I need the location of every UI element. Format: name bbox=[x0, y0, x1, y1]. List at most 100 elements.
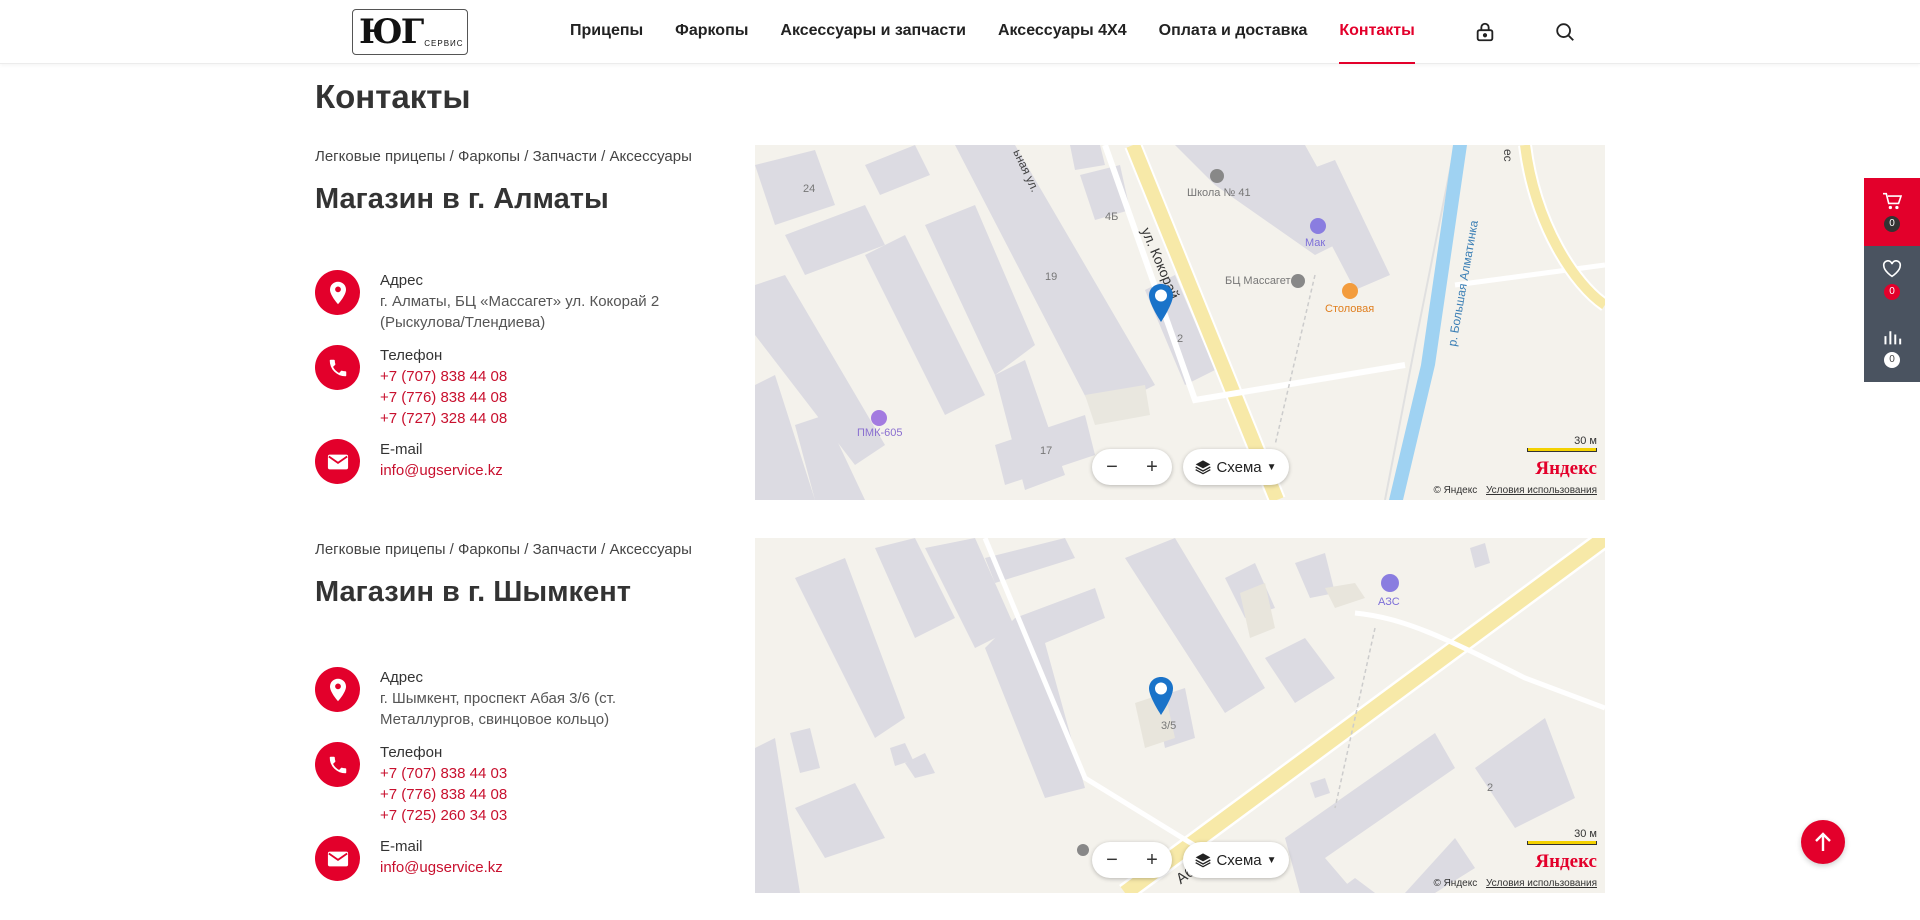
map-scale: 30 м bbox=[1527, 435, 1597, 452]
nav-item-accessories-4x4[interactable]: Аксессуары 4Х4 bbox=[998, 0, 1127, 64]
location-icon bbox=[315, 270, 360, 315]
side-cart-button[interactable]: 0 bbox=[1864, 178, 1920, 246]
main-nav: Прицепы Фаркопы Аксессуары и запчасти Ак… bbox=[570, 0, 1447, 64]
map-label: АЗС bbox=[1378, 596, 1400, 608]
layer-label: Схема bbox=[1216, 851, 1262, 869]
compare-icon bbox=[1884, 331, 1902, 345]
map-label: 2 bbox=[1177, 333, 1184, 345]
map-scale-bar bbox=[1527, 448, 1597, 452]
map-scale: 30 м bbox=[1527, 828, 1597, 845]
scroll-to-top-button[interactable] bbox=[1801, 820, 1845, 864]
zoom-in-button[interactable]: + bbox=[1146, 849, 1158, 872]
email-label: E-mail bbox=[380, 838, 423, 855]
map-pin-icon[interactable] bbox=[1147, 283, 1175, 323]
store-title: Магазин в г. Шымкент bbox=[315, 576, 631, 608]
map-pin-icon[interactable] bbox=[1147, 676, 1175, 716]
map-scale-label: 30 м bbox=[1574, 435, 1597, 447]
side-compare-button[interactable]: 0 bbox=[1864, 314, 1920, 382]
phone-link[interactable]: +7 (707) 838 44 08 bbox=[380, 366, 710, 387]
map-label: Столовая bbox=[1325, 303, 1375, 315]
nav-item-trailers[interactable]: Прицепы bbox=[570, 0, 643, 64]
nav-item-accessories-parts[interactable]: Аксессуары и запчасти bbox=[780, 0, 966, 64]
map-terms-link[interactable]: Условия использования bbox=[1486, 878, 1597, 889]
zoom-in-button[interactable]: + bbox=[1146, 456, 1158, 479]
arrow-up-icon bbox=[1815, 832, 1831, 851]
map-copyright: © Яндекс Условия использования bbox=[1433, 878, 1597, 889]
caret-down-icon: ▼ bbox=[1266, 461, 1277, 473]
phone-link[interactable]: +7 (776) 838 44 08 bbox=[380, 387, 710, 408]
zoom-control: − + bbox=[1092, 449, 1172, 485]
nav-item-payment-delivery[interactable]: Оплата и доставка bbox=[1159, 0, 1308, 64]
phone-link[interactable]: +7 (725) 260 34 03 bbox=[380, 805, 710, 826]
map-label: 24 bbox=[803, 183, 816, 195]
store-almaty: Легковые прицепы / Фаркопы / Запчасти / … bbox=[315, 148, 755, 488]
nav-item-contacts[interactable]: Контакты bbox=[1339, 0, 1415, 64]
map-shymkent[interactable]: АЗС 3/5 2 Абая − + Схема ▼ 30 м Яндекс ©… bbox=[755, 538, 1605, 893]
favorites-count-badge: 0 bbox=[1884, 284, 1900, 300]
logo-mark: ЮГ bbox=[359, 12, 424, 52]
map-label: ПМК-605 bbox=[857, 427, 903, 439]
caret-down-icon: ▼ bbox=[1266, 854, 1277, 866]
heart-icon bbox=[1882, 260, 1902, 278]
store-tags: Легковые прицепы / Фаркопы / Запчасти / … bbox=[315, 148, 692, 165]
layers-icon bbox=[1195, 853, 1212, 868]
page-title: Контакты bbox=[315, 78, 471, 115]
phone-link[interactable]: +7 (776) 838 44 08 bbox=[380, 784, 710, 805]
map-street-label: ес bbox=[1501, 149, 1515, 162]
address-value: г. Шымкент, проспект Абая 3/6 (ст. Метал… bbox=[380, 690, 617, 728]
map-label: 4Б bbox=[1105, 211, 1119, 223]
cart-count-badge: 0 bbox=[1884, 216, 1900, 232]
layer-switch-button[interactable]: Схема ▼ bbox=[1183, 449, 1289, 485]
phone-icon bbox=[315, 345, 360, 390]
map-copyright-text: © Яндекс bbox=[1433, 878, 1478, 889]
side-favorites-button[interactable]: 0 bbox=[1864, 246, 1920, 314]
logo-subtitle: СЕРВИС bbox=[424, 39, 464, 48]
map-copyright-text: © Яндекс bbox=[1433, 485, 1478, 496]
zoom-out-button[interactable]: − bbox=[1106, 849, 1118, 872]
cart-icon bbox=[1883, 192, 1902, 210]
map-label: Мак bbox=[1305, 237, 1326, 249]
layer-label: Схема bbox=[1216, 458, 1262, 476]
map-label: Школа № 41 bbox=[1187, 187, 1251, 199]
search-icon[interactable] bbox=[1551, 18, 1579, 46]
phone-link[interactable]: +7 (707) 838 44 03 bbox=[380, 763, 710, 784]
store-title: Магазин в г. Алматы bbox=[315, 183, 609, 215]
address-value: г. Алматы, БЦ «Массагет» ул. Кокорай 2 (… bbox=[380, 293, 660, 331]
map-scale-bar bbox=[1527, 841, 1597, 845]
envelope-icon bbox=[315, 439, 360, 484]
phone-icon bbox=[315, 742, 360, 787]
map-copyright: © Яндекс Условия использования bbox=[1433, 485, 1597, 496]
map-background bbox=[755, 538, 1605, 893]
email-link[interactable]: info@ugservice.kz bbox=[380, 857, 710, 878]
lock-icon[interactable] bbox=[1471, 18, 1499, 46]
zoom-out-button[interactable]: − bbox=[1106, 456, 1118, 479]
phone-link[interactable]: +7 (727) 328 44 08 bbox=[380, 408, 710, 429]
nav-item-towbars[interactable]: Фаркопы bbox=[675, 0, 748, 64]
map-terms-link[interactable]: Условия использования bbox=[1486, 485, 1597, 496]
store-tags: Легковые прицепы / Фаркопы / Запчасти / … bbox=[315, 541, 692, 558]
address-label: Адрес bbox=[380, 669, 423, 686]
site-header: ЮГ СЕРВИС Прицепы Фаркопы Аксессуары и з… bbox=[0, 0, 1920, 64]
map-scale-label: 30 м bbox=[1574, 828, 1597, 840]
email-label: E-mail bbox=[380, 441, 423, 458]
store-shymkent: Легковые прицепы / Фаркопы / Запчасти / … bbox=[315, 541, 755, 881]
map-brand-logo: Яндекс bbox=[1535, 458, 1597, 479]
map-label: 17 bbox=[1040, 445, 1053, 457]
phone-label: Телефон bbox=[380, 744, 443, 761]
map-label: 19 bbox=[1045, 271, 1058, 283]
map-label: 3/5 bbox=[1161, 720, 1177, 732]
location-icon bbox=[315, 667, 360, 712]
email-link[interactable]: info@ugservice.kz bbox=[380, 460, 710, 481]
envelope-icon bbox=[315, 836, 360, 881]
compare-count-badge: 0 bbox=[1884, 352, 1900, 368]
map-label: 2 bbox=[1487, 782, 1494, 794]
phone-label: Телефон bbox=[380, 347, 443, 364]
map-label: БЦ Массагет bbox=[1225, 275, 1291, 287]
layer-switch-button[interactable]: Схема ▼ bbox=[1183, 842, 1289, 878]
zoom-control: − + bbox=[1092, 842, 1172, 878]
address-label: Адрес bbox=[380, 272, 423, 289]
map-background bbox=[755, 145, 1605, 500]
site-logo[interactable]: ЮГ СЕРВИС bbox=[352, 9, 468, 55]
map-almaty[interactable]: 24 4Б 19 17 2 Школа № 41 Мак БЦ Массагет… bbox=[755, 145, 1605, 500]
map-brand-logo: Яндекс bbox=[1535, 851, 1597, 872]
